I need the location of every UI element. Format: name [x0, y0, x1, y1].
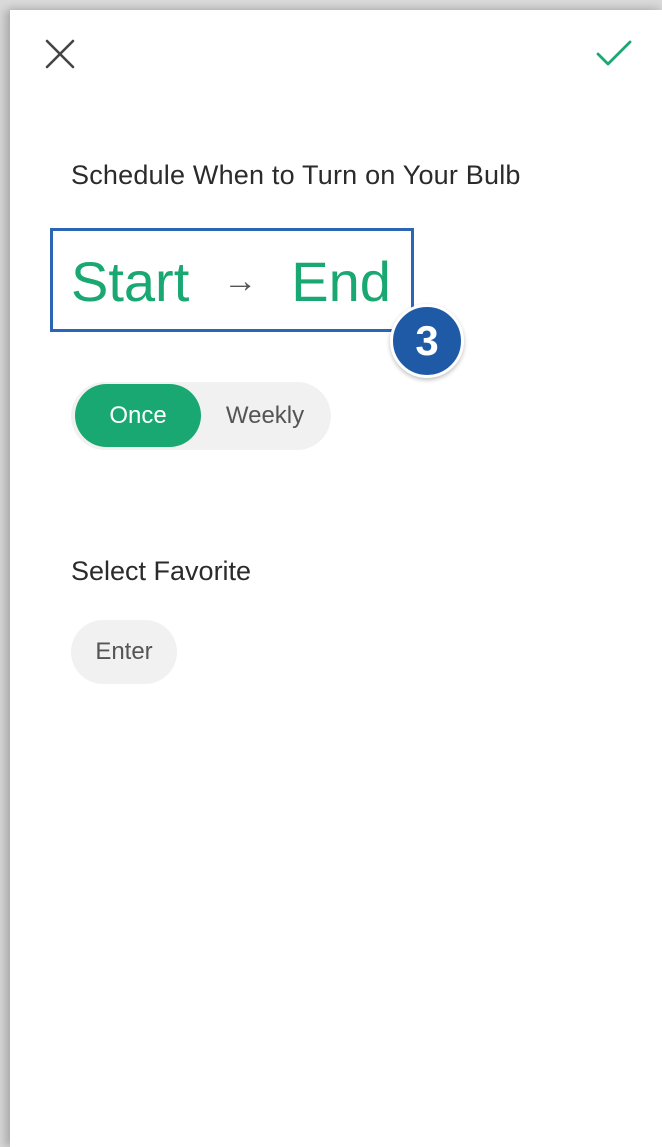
- checkmark-icon: [596, 40, 632, 66]
- schedule-heading: Schedule When to Turn on Your Bulb: [71, 160, 521, 190]
- repeat-toggle: Once Weekly: [71, 382, 331, 450]
- arrow-right-icon: →: [223, 261, 258, 300]
- start-time-button[interactable]: Start: [71, 249, 189, 314]
- enter-button[interactable]: Enter: [71, 620, 177, 684]
- schedule-screen: Schedule When to Turn on Your Bulb Start…: [10, 10, 662, 1147]
- time-range: Start → End: [71, 246, 391, 316]
- close-button[interactable]: [42, 36, 78, 72]
- step-badge: 3: [390, 304, 464, 378]
- close-icon: [45, 39, 75, 69]
- once-option[interactable]: Once: [75, 384, 201, 447]
- confirm-button[interactable]: [594, 36, 634, 72]
- weekly-option[interactable]: Weekly: [201, 384, 329, 447]
- select-favorite-label: Select Favorite: [71, 556, 252, 586]
- end-time-button[interactable]: End: [291, 249, 391, 314]
